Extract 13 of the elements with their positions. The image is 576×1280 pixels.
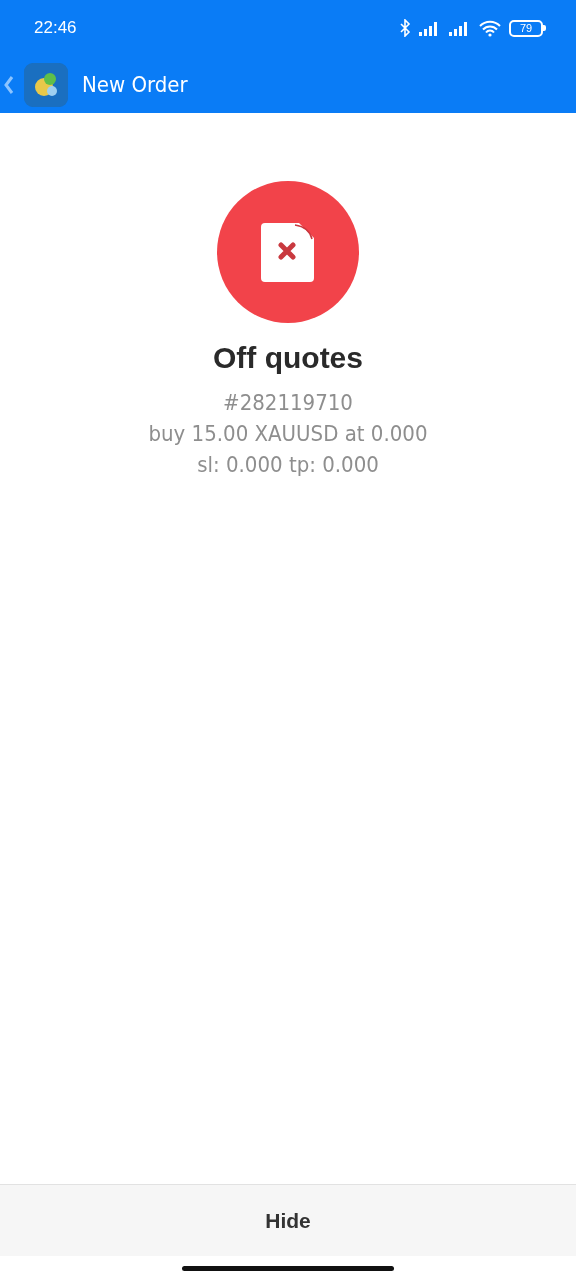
error-file-icon	[217, 181, 359, 323]
battery-icon: 79	[509, 19, 546, 37]
order-detail: sl: 0.000 tp: 0.000	[197, 451, 379, 479]
hide-button[interactable]: Hide	[0, 1184, 576, 1256]
order-detail: #282119710	[223, 389, 353, 417]
result-title: Off quotes	[213, 341, 363, 375]
bluetooth-icon	[399, 19, 411, 37]
back-icon[interactable]	[4, 74, 14, 95]
wifi-icon	[479, 19, 501, 37]
status-time: 22:46	[34, 18, 77, 38]
app-logo-icon	[24, 62, 68, 107]
screen-title: New Order	[82, 72, 188, 97]
order-detail: buy 15.00 XAUUSD at 0.000	[148, 420, 428, 448]
